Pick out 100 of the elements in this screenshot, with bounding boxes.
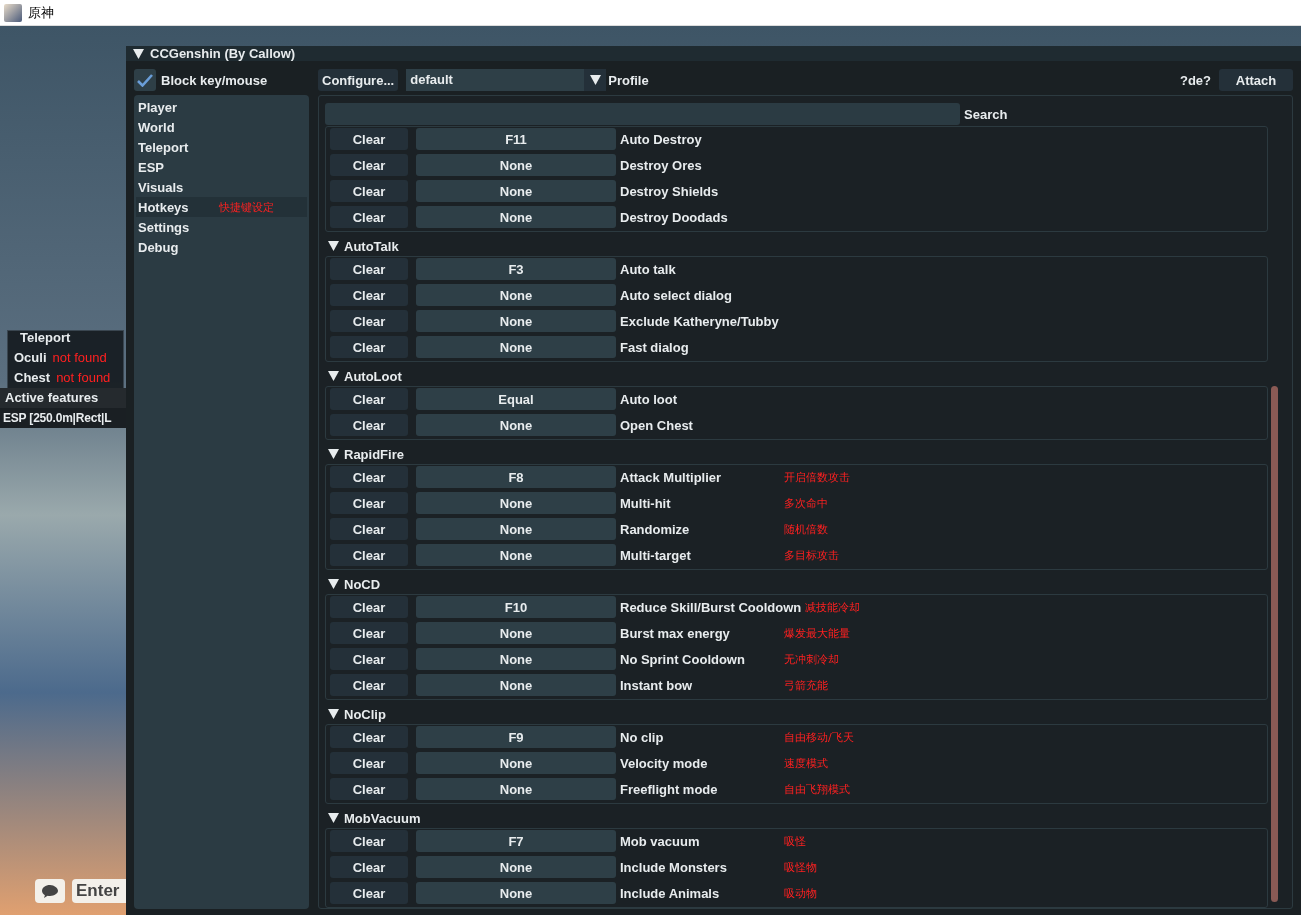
sidebar-item[interactable]: World — [136, 117, 307, 137]
annotation-text: 多目标攻击 — [784, 547, 839, 563]
hint-text: ?de? — [1179, 72, 1211, 88]
window-title: 原神 — [28, 3, 54, 22]
sidebar-item[interactable]: Hotkeys 快捷键设定 — [136, 197, 307, 217]
clear-button[interactable]: Clear — [330, 544, 408, 566]
triangle-icon[interactable] — [328, 371, 339, 381]
sidebar-item[interactable]: Debug — [136, 237, 307, 257]
dropdown-button[interactable] — [584, 69, 607, 91]
chat-button[interactable] — [35, 879, 65, 903]
feature-label: Burst max energy — [620, 625, 731, 641]
hotkey-button[interactable]: F3 — [416, 258, 616, 280]
clear-button[interactable]: Clear — [330, 466, 408, 488]
group-title: AutoTalk — [344, 238, 399, 254]
clear-button[interactable]: Clear — [330, 674, 408, 696]
group-header[interactable]: AutoLoot — [325, 366, 1268, 386]
clear-button[interactable]: Clear — [330, 648, 408, 670]
feature-label: Open Chest — [620, 417, 694, 433]
clear-button[interactable]: Clear — [330, 128, 408, 150]
hotkey-button[interactable]: None — [416, 206, 616, 228]
hotkey-button[interactable]: None — [416, 518, 616, 540]
clear-button[interactable]: Clear — [330, 882, 408, 904]
triangle-icon[interactable] — [328, 579, 339, 589]
hotkey-button[interactable]: None — [416, 856, 616, 878]
hotkey-button[interactable]: F10 — [416, 596, 616, 618]
hotkey-button[interactable]: F8 — [416, 466, 616, 488]
chat-input-field[interactable]: Enter — [72, 879, 126, 903]
sidebar-item[interactable]: ESP — [136, 157, 307, 177]
hotkey-button[interactable]: None — [416, 336, 616, 358]
feature-label: Auto talk — [620, 261, 677, 277]
hotkey-button[interactable]: F9 — [416, 726, 616, 748]
sidebar-item[interactable]: Settings — [136, 217, 307, 237]
triangle-icon[interactable] — [328, 813, 339, 823]
feature-label: Fast dialog — [620, 339, 690, 355]
clear-button[interactable]: Clear — [330, 726, 408, 748]
triangle-icon[interactable] — [328, 709, 339, 719]
triangle-icon[interactable] — [328, 449, 339, 459]
clear-button[interactable]: Clear — [330, 518, 408, 540]
feature-label: Reduce Skill/Burst Cooldown — [620, 599, 802, 615]
feature-label: Auto loot — [620, 391, 679, 407]
profile-dropdown[interactable]: default — [406, 69, 607, 91]
clear-button[interactable]: Clear — [330, 830, 408, 852]
search-label: Search — [964, 106, 1008, 122]
triangle-icon[interactable] — [133, 48, 144, 59]
clear-button[interactable]: Clear — [330, 596, 408, 618]
hotkey-button[interactable]: None — [416, 622, 616, 644]
clear-button[interactable]: Clear — [330, 206, 408, 228]
clear-button[interactable]: Clear — [330, 310, 408, 332]
clear-button[interactable]: Clear — [330, 180, 408, 202]
hotkey-button[interactable]: Equal — [416, 388, 616, 410]
item-label: Oculi — [14, 349, 47, 365]
clear-button[interactable]: Clear — [330, 414, 408, 436]
hotkey-button[interactable]: None — [416, 154, 616, 176]
feature-label: Instant bow — [620, 677, 694, 693]
hotkey-button[interactable]: None — [416, 310, 616, 332]
group-header[interactable]: RapidFire — [325, 444, 1268, 464]
clear-button[interactable]: Clear — [330, 258, 408, 280]
hotkey-button[interactable]: None — [416, 648, 616, 670]
sidebar-item[interactable]: Visuals — [136, 177, 307, 197]
sidebar-item[interactable]: Teleport — [136, 137, 307, 157]
clear-button[interactable]: Clear — [330, 856, 408, 878]
configure-button[interactable]: Configure... — [318, 69, 399, 91]
clear-button[interactable]: Clear — [330, 492, 408, 514]
status-text: not found — [56, 369, 111, 385]
group-header[interactable]: NoCD — [325, 574, 1268, 594]
hotkey-button[interactable]: None — [416, 414, 616, 436]
hotkey-button[interactable]: None — [416, 882, 616, 904]
triangle-icon[interactable] — [589, 75, 601, 85]
hotkey-button[interactable]: F11 — [416, 128, 616, 150]
hotkey-button[interactable]: None — [416, 778, 616, 800]
hotkey-button[interactable]: None — [416, 180, 616, 202]
hotkey-button[interactable]: None — [416, 674, 616, 696]
group-header[interactable]: AutoTalk — [325, 236, 1268, 256]
feature-label: Randomize — [620, 521, 691, 537]
clear-button[interactable]: Clear — [330, 284, 408, 306]
hotkey-button[interactable]: F7 — [416, 830, 616, 852]
group-header[interactable]: NoClip — [325, 704, 1268, 724]
clear-button[interactable]: Clear — [330, 388, 408, 410]
hotkey-button[interactable]: None — [416, 492, 616, 514]
feature-label: Freeflight mode — [620, 781, 719, 797]
feature-label: Destroy Ores — [620, 157, 703, 173]
group-header[interactable]: MobVacuum — [325, 808, 1268, 828]
search-field[interactable] — [325, 103, 960, 125]
attach-button[interactable]: Attach — [1219, 69, 1293, 91]
clear-button[interactable]: Clear — [330, 154, 408, 176]
feature-label: Attack Multiplier — [620, 469, 723, 485]
clear-button[interactable]: Clear — [330, 622, 408, 644]
clear-button[interactable]: Clear — [330, 778, 408, 800]
sidebar-item[interactable]: Player — [136, 97, 307, 117]
clear-button[interactable]: Clear — [330, 752, 408, 774]
feature-label: Velocity mode — [620, 755, 709, 771]
scrollbar-thumb[interactable] — [1271, 386, 1278, 902]
checkmark-icon — [137, 73, 153, 87]
feature-label: Mob vacuum — [620, 833, 701, 849]
hotkey-button[interactable]: None — [416, 752, 616, 774]
triangle-icon[interactable] — [328, 241, 339, 251]
hotkey-button[interactable]: None — [416, 544, 616, 566]
clear-button[interactable]: Clear — [330, 336, 408, 358]
hotkey-button[interactable]: None — [416, 284, 616, 306]
checkbox[interactable] — [134, 69, 156, 91]
